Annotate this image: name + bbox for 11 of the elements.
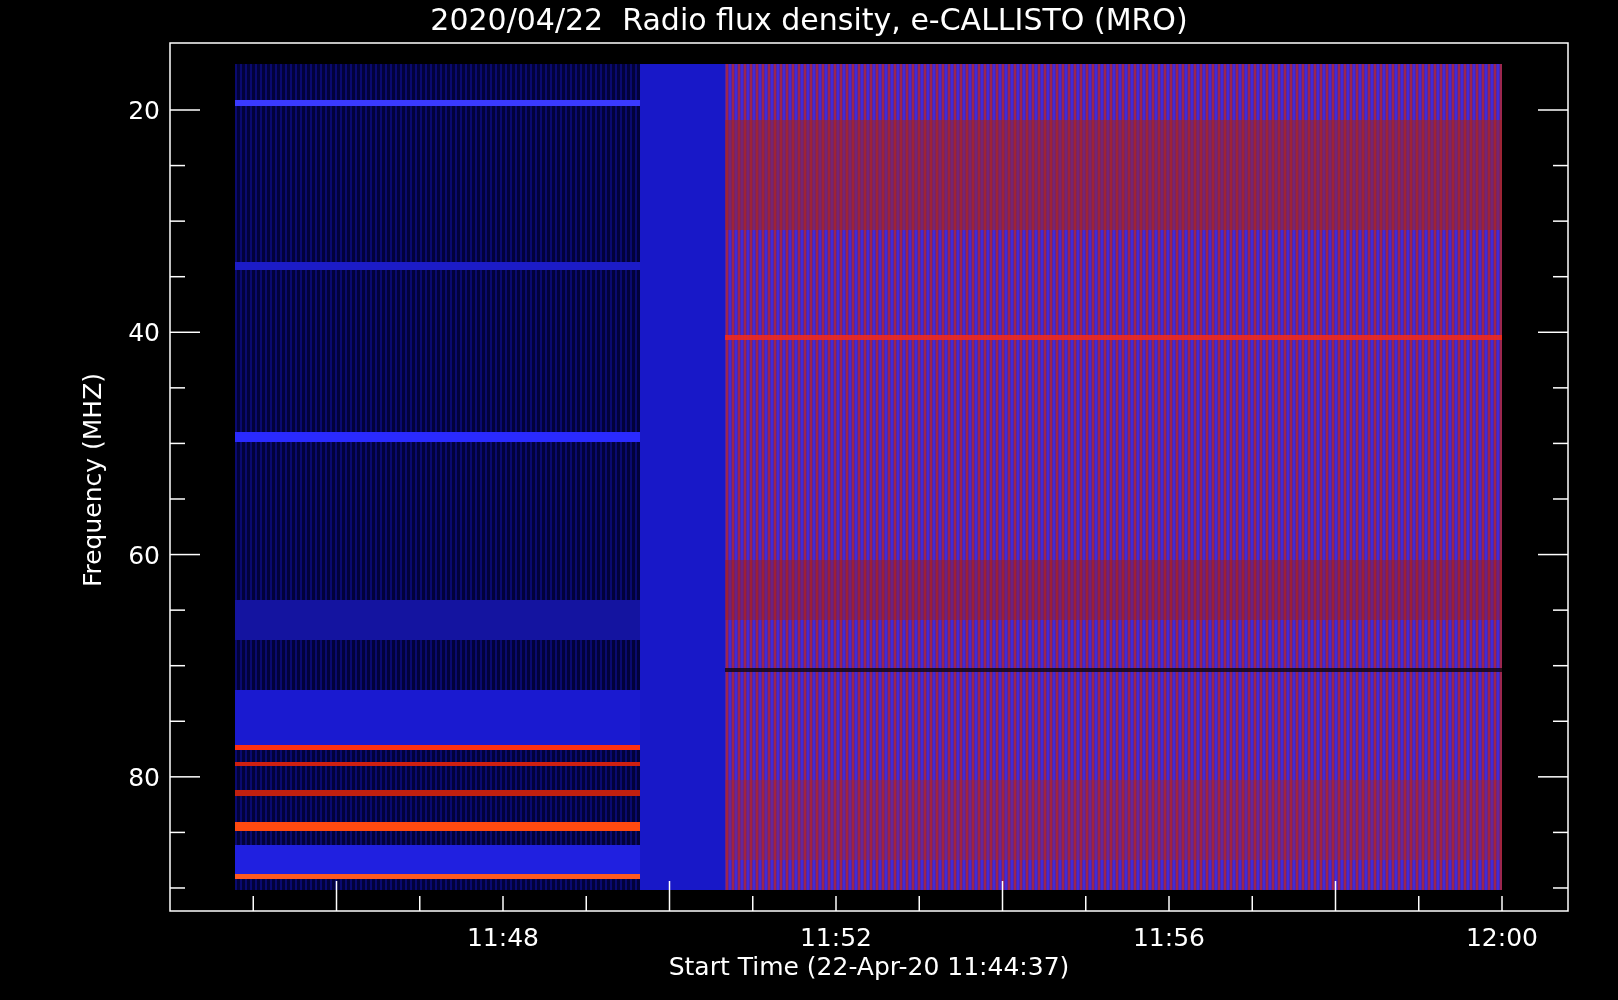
x-axis-label: Start Time (22-Apr-20 11:44:37) <box>668 952 1070 981</box>
y-tick-label: 60 <box>128 540 160 570</box>
y-tick-label: 80 <box>128 762 160 792</box>
x-tick-label: 12:00 <box>1466 923 1538 952</box>
y-tick-label: 20 <box>128 96 160 125</box>
chart-title: 2020/04/22 Radio flux density, e-CALLISTO (MRO) <box>430 2 1188 37</box>
x-tick-label: 11:48 <box>467 923 539 952</box>
y-axis-label: Frequency (MHZ) <box>78 372 107 588</box>
x-tick-label: 11:56 <box>1133 923 1205 952</box>
y-tick-label: 40 <box>128 318 160 348</box>
x-tick-label: 11:52 <box>800 923 872 952</box>
